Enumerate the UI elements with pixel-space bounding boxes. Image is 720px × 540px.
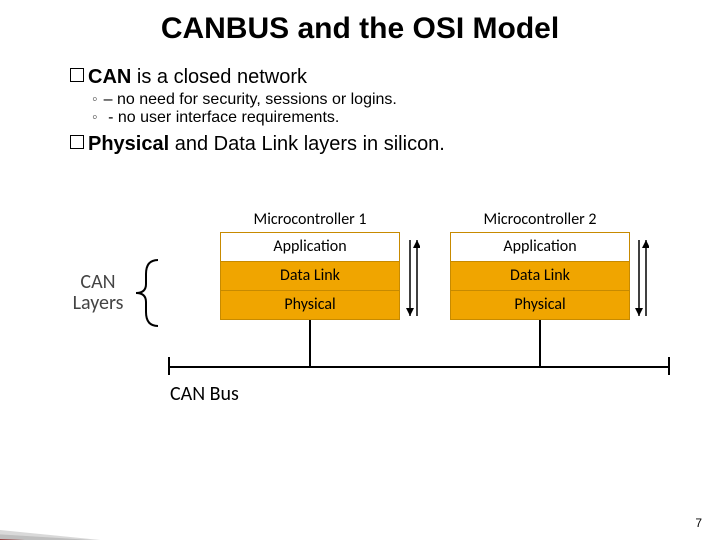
accent-stripes-icon: [0, 466, 240, 540]
can-bus-line: [170, 366, 670, 368]
bullet-2: Physical and Data Link layers in silicon…: [70, 133, 680, 156]
checkbox-icon: [70, 135, 84, 149]
layer-datalink: Data Link: [220, 261, 400, 291]
layer-physical: Physical: [450, 290, 630, 320]
diagram: CAN Layers Microcontroller 1 Microcontro…: [40, 210, 680, 460]
can-layers-label: CAN Layers: [68, 272, 128, 314]
brace-icon: [132, 258, 162, 333]
bus-terminator-right: [668, 357, 670, 375]
bullet-2-rest: and Data Link layers in silicon.: [169, 133, 445, 155]
slide-title: CANBUS and the OSI Model: [0, 12, 720, 46]
subbullet-2: - no user interface requirements.: [92, 109, 680, 127]
slide-body: CAN is a closed network – no need for se…: [70, 66, 680, 158]
subbullet-1: – no need for security, sessions or logi…: [92, 91, 680, 109]
bullet-1: CAN is a closed network: [70, 66, 680, 89]
mc2-label: Microcontroller 2: [450, 210, 630, 229]
slide: CANBUS and the OSI Model CAN is a closed…: [0, 0, 720, 540]
mc1-label: Microcontroller 1: [220, 210, 400, 229]
layer-physical: Physical: [220, 290, 400, 320]
layer-application: Application: [450, 232, 630, 262]
layer-datalink: Data Link: [450, 261, 630, 291]
stack-mc2: Application Data Link Physical: [450, 232, 630, 320]
bullet-1-rest: is a closed network: [131, 66, 307, 88]
bus-drop-1: [309, 320, 311, 366]
bus-terminator-left: [168, 357, 170, 375]
bullet-2-prefix: Physical: [88, 133, 169, 155]
layer-application: Application: [220, 232, 400, 262]
bullet-1-prefix: CAN: [88, 66, 131, 88]
checkbox-icon: [70, 68, 84, 82]
can-bus-label: CAN Bus: [170, 382, 239, 406]
stack-mc1: Application Data Link Physical: [220, 232, 400, 320]
page-number: 7: [695, 516, 702, 530]
bus-drop-2: [539, 320, 541, 366]
